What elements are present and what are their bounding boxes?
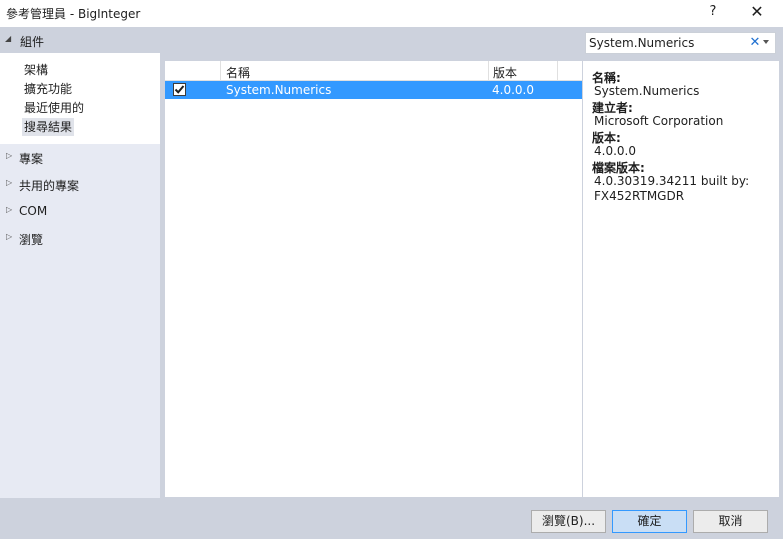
row-version: 4.0.0.0: [492, 83, 534, 97]
sidebar-node-label: COM: [19, 204, 48, 218]
collapsed-arrow-icon: ▷: [6, 178, 13, 187]
sidebar-item-framework[interactable]: 架構: [22, 61, 50, 79]
collapsed-arrow-icon: ▷: [6, 151, 13, 160]
details-panel: 名稱: System.Numerics 建立者: Microsoft Corpo…: [583, 61, 779, 497]
ok-button[interactable]: 確定: [612, 510, 687, 533]
row-checkbox[interactable]: [173, 83, 186, 96]
column-separator[interactable]: [557, 61, 558, 81]
search-box[interactable]: ✕: [585, 32, 776, 54]
dropdown-arrow-icon[interactable]: [763, 40, 769, 44]
detail-name-value: System.Numerics: [594, 84, 700, 98]
column-header-name[interactable]: 名稱: [226, 64, 250, 81]
detail-file-version-value: 4.0.30319.34211 built by:: [594, 174, 750, 188]
column-header-version[interactable]: 版本: [493, 64, 517, 81]
checkmark-icon: [174, 85, 185, 94]
sidebar-item-extensions[interactable]: 擴充功能: [22, 80, 74, 98]
column-separator[interactable]: [220, 61, 221, 81]
expanded-arrow-icon: ◢: [5, 34, 12, 43]
column-separator[interactable]: [488, 61, 489, 81]
detail-creator-value: Microsoft Corporation: [594, 114, 724, 128]
collapsed-arrow-icon: ▷: [6, 205, 13, 214]
list-header: 名稱 版本: [165, 61, 582, 81]
table-row[interactable]: System.Numerics 4.0.0.0: [165, 81, 582, 99]
sidebar-item-recent[interactable]: 最近使用的: [22, 99, 86, 117]
assembly-list: 名稱 版本 System.Numerics 4.0.0.0: [165, 61, 582, 497]
collapsed-arrow-icon: ▷: [6, 232, 13, 241]
detail-file-version-build: FX452RTMGDR: [594, 189, 685, 203]
row-name: System.Numerics: [226, 83, 332, 97]
detail-version-value: 4.0.0.0: [594, 144, 636, 158]
sidebar-subitems: 架構 擴充功能 最近使用的 搜尋結果: [0, 53, 160, 144]
search-input[interactable]: [589, 35, 744, 51]
sidebar-node-com[interactable]: ▷ COM: [0, 200, 160, 222]
help-button[interactable]: ?: [703, 3, 723, 21]
sidebar-item-search-results[interactable]: 搜尋結果: [22, 118, 75, 136]
sidebar-node-label: 專案: [19, 152, 44, 166]
sidebar-node-shared-projects[interactable]: ▷ 共用的專案: [0, 173, 160, 195]
sidebar-group-assemblies[interactable]: ◢ 組件: [0, 27, 160, 53]
sidebar-node-label: 共用的專案: [19, 179, 80, 193]
sidebar: ◢ 組件 架構 擴充功能 最近使用的 搜尋結果 ▷ 專案 ▷ 共用的專案 ▷ C…: [0, 27, 160, 498]
sidebar-node-projects[interactable]: ▷ 專案: [0, 146, 160, 168]
sidebar-group-label: 組件: [20, 35, 45, 49]
browse-button[interactable]: 瀏覽(B)...: [531, 510, 606, 533]
close-button[interactable]: ✕: [747, 3, 767, 21]
cancel-button[interactable]: 取消: [693, 510, 768, 533]
sidebar-node-browse[interactable]: ▷ 瀏覽: [0, 227, 160, 249]
sidebar-node-label: 瀏覽: [19, 233, 44, 247]
window-title: 參考管理員 - BigInteger: [6, 7, 141, 21]
title-bar: 參考管理員 - BigInteger ? ✕: [0, 0, 783, 26]
close-icon[interactable]: ✕: [749, 34, 761, 52]
